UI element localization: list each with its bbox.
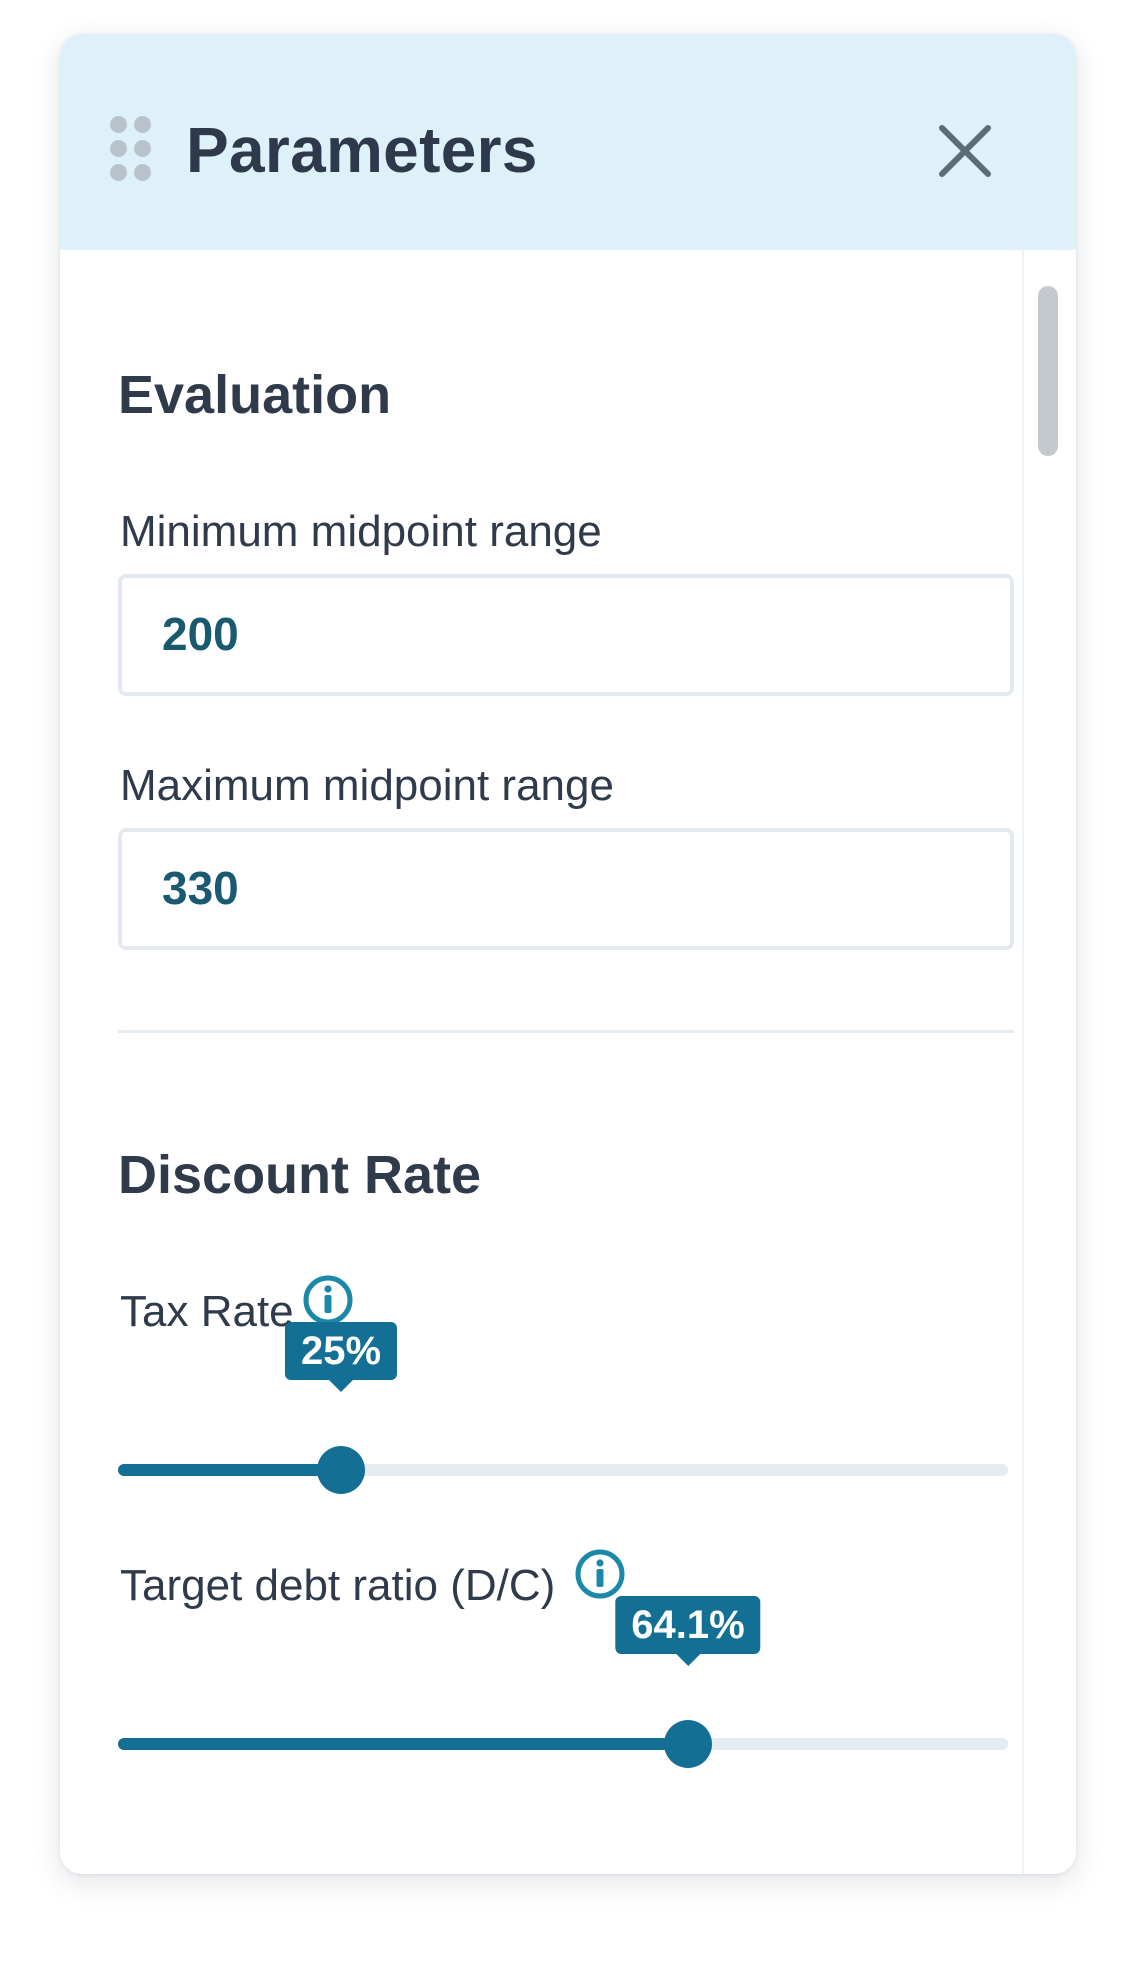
max-midpoint-field-box [118,828,1014,950]
vertical-scrollbar[interactable] [1022,250,1076,1874]
section-title-discount-rate: Discount Rate [118,1145,482,1205]
debt-ratio-slider[interactable]: 64.1% [118,1596,1008,1774]
debt-ratio-info-icon[interactable] [574,1548,626,1600]
debt-ratio-label: Target debt ratio (D/C) [120,1561,556,1610]
tax-rate-slider[interactable]: 25% [118,1322,1008,1500]
close-icon [939,125,991,177]
panel-header: Parameters [60,34,1076,250]
scrollbar-thumb[interactable] [1038,286,1058,456]
tax-rate-info-icon[interactable] [302,1274,354,1326]
min-midpoint-label: Minimum midpoint range [120,507,602,556]
debt-ratio-slider-fill [118,1738,688,1750]
section-title-evaluation: Evaluation [118,365,392,425]
tax-rate-value-badge: 25% [284,1322,398,1392]
debt-ratio-value-badge: 64.1% [615,1596,761,1666]
tax-rate-label: Tax Rate [120,1287,294,1336]
panel-body: Evaluation Minimum midpoint range Maximu… [60,250,1022,1874]
min-midpoint-field-box [118,574,1014,696]
tax-rate-slider-thumb[interactable] [317,1446,365,1494]
close-button[interactable] [932,118,998,184]
parameters-panel: Parameters Evaluation Minimum midpoint r… [60,34,1076,1874]
panel-title: Parameters [186,114,538,186]
max-midpoint-input[interactable] [162,852,962,924]
min-midpoint-input[interactable] [162,598,962,670]
max-midpoint-label: Maximum midpoint range [120,761,614,810]
tax-rate-slider-fill [118,1464,341,1476]
drag-handle-icon[interactable] [110,116,154,182]
section-divider [118,1030,1014,1033]
debt-ratio-slider-thumb[interactable] [664,1720,712,1768]
